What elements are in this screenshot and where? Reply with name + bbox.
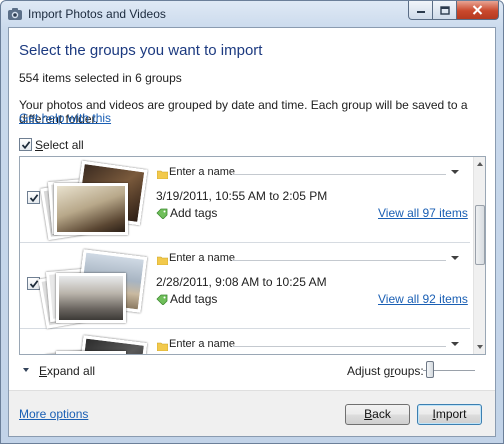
- back-button[interactable]: Back: [345, 404, 410, 425]
- front-photo: [54, 183, 128, 235]
- front-photo: [56, 273, 126, 323]
- scroll-down-icon[interactable]: [477, 345, 483, 349]
- close-button[interactable]: [456, 1, 499, 20]
- import-group: Enter a name 2/28/2011, 9:08 AM to 10:25…: [20, 243, 470, 329]
- maximize-icon: [439, 5, 450, 15]
- add-tags-button[interactable]: Add tags: [170, 206, 217, 220]
- selection-count: 554 items selected in 6 groups: [19, 71, 182, 85]
- minimize-icon: [416, 11, 425, 13]
- chevron-down-icon[interactable]: [451, 256, 459, 260]
- dialog-footer: More options Back Import: [9, 390, 495, 436]
- adjust-groups-slider-thumb[interactable]: [426, 361, 434, 378]
- import-group: Enter a name: [20, 329, 470, 354]
- group-name-input[interactable]: Enter a name: [169, 338, 235, 350]
- select-all-checkbox[interactable]: [19, 138, 32, 151]
- window-title: Import Photos and Videos: [28, 7, 166, 21]
- dialog-body: Select the groups you want to import 554…: [8, 27, 496, 437]
- vertical-scrollbar[interactable]: [473, 157, 485, 354]
- title-bar[interactable]: Import Photos and Videos: [1, 1, 503, 27]
- page-title: Select the groups you want to import: [19, 42, 263, 59]
- maximize-button[interactable]: [432, 1, 457, 20]
- name-divider: [232, 174, 446, 175]
- import-button[interactable]: Import: [417, 404, 482, 425]
- name-divider: [232, 346, 446, 347]
- scroll-up-icon[interactable]: [477, 162, 483, 166]
- scrollbar-thumb[interactable]: [475, 205, 485, 265]
- camera-app-icon: [8, 8, 22, 20]
- group-name-input[interactable]: Enter a name: [169, 252, 235, 264]
- front-photo: [56, 351, 126, 354]
- view-all-link[interactable]: View all 97 items: [378, 206, 468, 220]
- checkmark-icon: [21, 141, 31, 150]
- photo-stack-thumbnail[interactable]: [40, 160, 148, 241]
- checkmark-icon: [29, 194, 39, 203]
- photo-stack-thumbnail[interactable]: [38, 249, 148, 329]
- group-checkbox[interactable]: [27, 191, 40, 204]
- close-icon: [472, 5, 483, 15]
- minimize-button[interactable]: [408, 1, 433, 20]
- group-date-range: 3/19/2011, 10:55 AM to 2:05 PM: [156, 189, 328, 203]
- group-date-range: 2/28/2011, 9:08 AM to 10:25 AM: [156, 275, 327, 289]
- select-all-label[interactable]: Select all: [35, 138, 84, 152]
- folder-icon: [157, 256, 168, 265]
- chevron-down-icon[interactable]: [451, 342, 459, 346]
- view-all-link[interactable]: View all 92 items: [378, 292, 468, 306]
- import-group: Enter a name 3/19/2011, 10:55 AM to 2:05…: [20, 157, 470, 243]
- add-tags-button[interactable]: Add tags: [170, 292, 217, 306]
- photo-stack-thumbnail[interactable]: [40, 335, 148, 354]
- group-list[interactable]: Enter a name 3/19/2011, 10:55 AM to 2:05…: [19, 156, 486, 355]
- import-window: Import Photos and Videos Select the grou…: [0, 0, 504, 444]
- folder-icon: [157, 170, 168, 179]
- more-options-link[interactable]: More options: [19, 407, 88, 421]
- folder-icon: [157, 342, 168, 351]
- chevron-down-icon[interactable]: [451, 170, 459, 174]
- tag-icon: [156, 294, 168, 305]
- adjust-groups-label: Adjust groups:: [347, 364, 424, 378]
- tag-icon: [156, 208, 168, 219]
- help-link[interactable]: Get help with this: [19, 111, 111, 125]
- group-name-input[interactable]: Enter a name: [169, 166, 235, 178]
- name-divider: [232, 260, 446, 261]
- expand-all-button[interactable]: Expand all: [39, 364, 95, 378]
- chevron-down-icon[interactable]: [23, 368, 29, 372]
